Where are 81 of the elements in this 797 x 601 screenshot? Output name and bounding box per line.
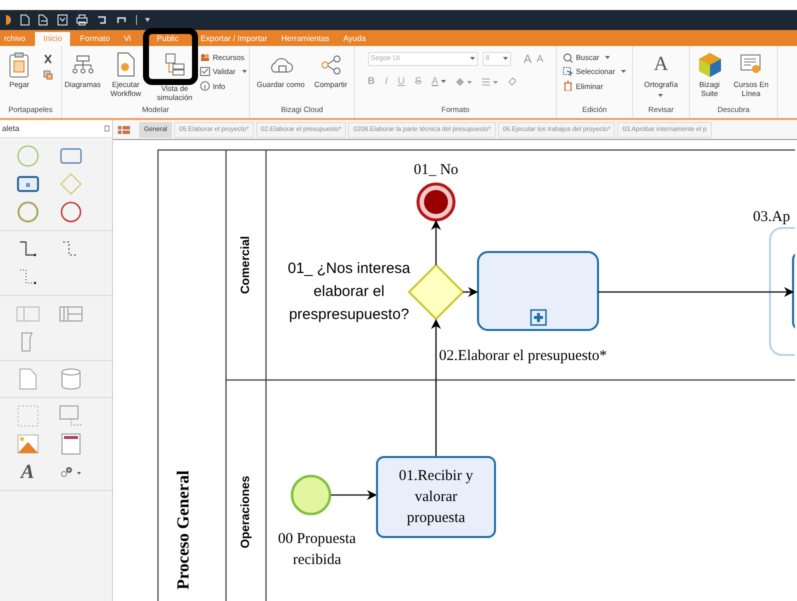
caret-icon <box>658 94 664 98</box>
task: 01.Recibir y valorar propuesta <box>376 456 496 538</box>
font-color-button[interactable]: A <box>432 74 446 89</box>
text-tool[interactable]: A <box>20 457 34 487</box>
undo-icon[interactable] <box>96 15 108 25</box>
annotation-icon[interactable] <box>58 405 82 427</box>
caret-icon <box>621 70 626 74</box>
hierarchy-icon <box>70 54 95 76</box>
image-icon[interactable] <box>16 434 38 454</box>
caret-icon <box>242 70 246 74</box>
subprocess-label: 03.Ap <box>753 208 790 226</box>
subprocess-label: 02.Elaborar el presupuesto* <box>439 347 607 365</box>
lane-title: Operaciones <box>237 476 253 548</box>
data-object-icon[interactable] <box>18 368 36 390</box>
share-icon <box>318 54 343 76</box>
pool-layout-icon[interactable] <box>117 124 131 134</box>
italic-button[interactable]: I <box>384 74 388 89</box>
open-file-icon[interactable] <box>38 14 49 26</box>
start-event <box>290 474 332 516</box>
sequence-flow-arrow <box>331 490 377 500</box>
menu-tab[interactable]: Ayuda <box>339 32 370 46</box>
document-gear-icon <box>114 52 137 78</box>
align-icon[interactable] <box>482 78 498 86</box>
info-icon <box>200 81 210 92</box>
redo-icon[interactable] <box>116 15 128 25</box>
end-event <box>416 182 456 222</box>
sequence-flow-arrow <box>431 220 441 265</box>
spelling-icon: A <box>654 52 668 78</box>
cursor-select-icon <box>562 66 573 77</box>
task-icon[interactable] <box>60 148 82 164</box>
menu-tab[interactable]: Vi <box>120 32 135 46</box>
sequence-flow-arrow <box>463 287 478 297</box>
caret-icon <box>470 57 475 61</box>
menu-tab[interactable]: Formato <box>76 32 114 46</box>
trash-icon <box>562 81 573 92</box>
highlight-frame <box>143 28 198 85</box>
start-event-label: 00 Propuesta recibida <box>277 530 357 570</box>
cut-icon[interactable] <box>42 54 53 64</box>
milestone-icon[interactable] <box>20 332 34 352</box>
start-event-icon[interactable] <box>16 145 38 167</box>
menu-tab[interactable]: rchivo <box>0 32 30 46</box>
menu-tab[interactable]: Herramientas <box>277 32 334 46</box>
new-file-icon[interactable] <box>20 14 30 26</box>
fill-bucket-icon[interactable] <box>456 78 472 86</box>
end-event-label: 01_ No <box>412 162 460 178</box>
caret-icon <box>502 57 508 61</box>
sequence-flow-icon[interactable] <box>18 240 36 258</box>
subprocess-icon[interactable] <box>16 176 38 192</box>
people-icon <box>200 53 210 62</box>
menu-tab[interactable]: Public <box>152 32 183 46</box>
menu-tab[interactable]: Inicio <box>35 32 70 46</box>
app-icon[interactable] <box>6 15 12 25</box>
palette-title: aleta <box>2 122 20 134</box>
underline-button[interactable]: U <box>398 74 405 89</box>
print-icon[interactable] <box>76 14 88 26</box>
save-icon[interactable] <box>57 14 68 26</box>
menu-tab[interactable]: Exportar / Importar <box>196 32 272 46</box>
clipboard-icon <box>8 52 30 78</box>
intermediate-event-icon[interactable] <box>16 201 38 223</box>
search-icon <box>562 52 573 63</box>
eraser-icon[interactable] <box>508 77 516 86</box>
shrink-font-button[interactable]: A <box>536 52 544 66</box>
copy-icon[interactable] <box>42 70 53 80</box>
caret-icon <box>605 56 610 60</box>
gateway-label: 01_ ¿Nos interesa elaborar el prespresupuesto? <box>286 259 412 325</box>
validate-icon <box>200 67 210 76</box>
end-event-icon[interactable] <box>60 201 82 223</box>
pool-title: Proceso General <box>172 470 194 590</box>
hexagon-logo-icon <box>698 52 722 78</box>
association-icon[interactable] <box>18 268 36 286</box>
grow-font-button[interactable]: A <box>524 50 532 68</box>
pool-icon[interactable] <box>58 306 82 322</box>
customize-icon[interactable] <box>145 17 150 23</box>
caret-icon <box>441 80 446 84</box>
lane-title: Comercial <box>237 236 253 294</box>
header-icon[interactable] <box>60 433 80 455</box>
gear-dropdown-icon[interactable] <box>60 465 82 479</box>
layout-icon <box>164 52 186 78</box>
data-store-icon[interactable] <box>60 368 80 390</box>
bold-button[interactable]: B <box>368 74 375 89</box>
strikethrough-button[interactable]: S <box>414 74 422 89</box>
